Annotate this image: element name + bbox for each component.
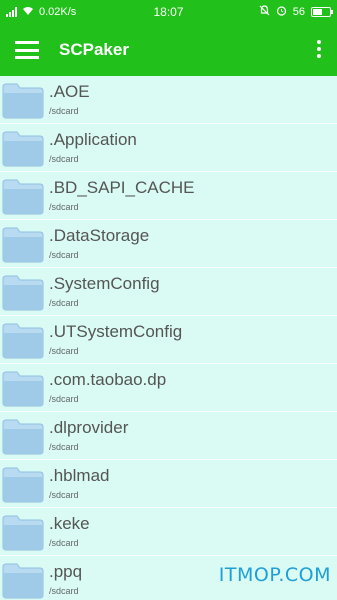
battery-level: 56 [292,6,305,18]
file-name: .com.taobao.dp [49,370,167,389]
file-name: .keke [49,514,90,533]
folder-icon [2,321,44,359]
file-row[interactable]: .Application/sdcard [0,124,337,172]
file-path: /sdcard [49,250,79,260]
file-path: /sdcard [49,202,79,212]
folder-icon [2,513,44,551]
file-path: /sdcard [49,106,79,116]
menu-icon[interactable] [15,41,39,59]
file-name: .AOE [49,82,90,101]
file-text: .BD_SAPI_CACHE/sdcard [49,178,195,213]
wifi-icon [22,6,34,19]
folder-icon [2,561,44,599]
mute-icon [259,5,270,19]
file-name: .UTSystemConfig [49,322,183,341]
file-path: /sdcard [49,442,79,452]
network-speed: 0.02K/s [39,6,77,18]
file-path: /sdcard [49,490,79,500]
app-bar: SCPaker [0,24,337,76]
file-name: .DataStorage [49,226,150,245]
alarm-icon [276,5,287,19]
file-path: /sdcard [49,538,79,548]
folder-icon [2,273,44,311]
file-text: .hblmad/sdcard [49,466,109,501]
file-row[interactable]: .keke/sdcard [0,508,337,556]
file-text: .DataStorage/sdcard [49,226,149,261]
file-row[interactable]: .SystemConfig/sdcard [0,268,337,316]
file-name: .BD_SAPI_CACHE [49,178,195,197]
file-text: .SystemConfig/sdcard [49,274,160,309]
folder-icon [2,417,44,455]
overflow-menu-icon[interactable] [317,40,321,58]
file-name: .hblmad [49,466,110,485]
battery-icon [311,7,333,17]
folder-icon [2,129,44,167]
file-text: .keke/sdcard [49,514,90,549]
folder-icon [2,465,44,503]
file-text: .AOE/sdcard [49,82,90,117]
file-name: .SystemConfig [49,274,160,293]
file-path: /sdcard [49,394,79,404]
file-row[interactable]: .DataStorage/sdcard [0,220,337,268]
file-name: .ppq [49,562,83,581]
file-text: .Application/sdcard [49,130,137,165]
file-row[interactable]: .BD_SAPI_CACHE/sdcard [0,172,337,220]
file-path: /sdcard [49,586,79,596]
file-list: .AOE/sdcard .Application/sdcard .BD_SAPI_C… [0,76,337,600]
file-row[interactable]: .com.taobao.dp/sdcard [0,364,337,412]
signal-icon [6,7,17,17]
file-path: /sdcard [49,346,79,356]
file-path: /sdcard [49,298,79,308]
file-text: .UTSystemConfig/sdcard [49,322,182,357]
file-row[interactable]: .UTSystemConfig/sdcard [0,316,337,364]
folder-icon [2,225,44,263]
file-row[interactable]: .hblmad/sdcard [0,460,337,508]
file-text: .com.taobao.dp/sdcard [49,370,166,405]
folder-icon [2,177,44,215]
watermark: ITMOP.COM [218,564,331,586]
file-text: .ppq/sdcard [49,562,82,597]
status-bar: 0.02K/s 18:07 56 [0,0,337,24]
app-title: SCPaker [59,40,129,59]
file-name: .dlprovider [49,418,129,437]
file-text: .dlprovider/sdcard [49,418,128,453]
folder-icon [2,81,44,119]
file-path: /sdcard [49,154,79,164]
file-row[interactable]: .AOE/sdcard [0,76,337,124]
folder-icon [2,369,44,407]
file-row[interactable]: .dlprovider/sdcard [0,412,337,460]
file-name: .Application [49,130,137,149]
